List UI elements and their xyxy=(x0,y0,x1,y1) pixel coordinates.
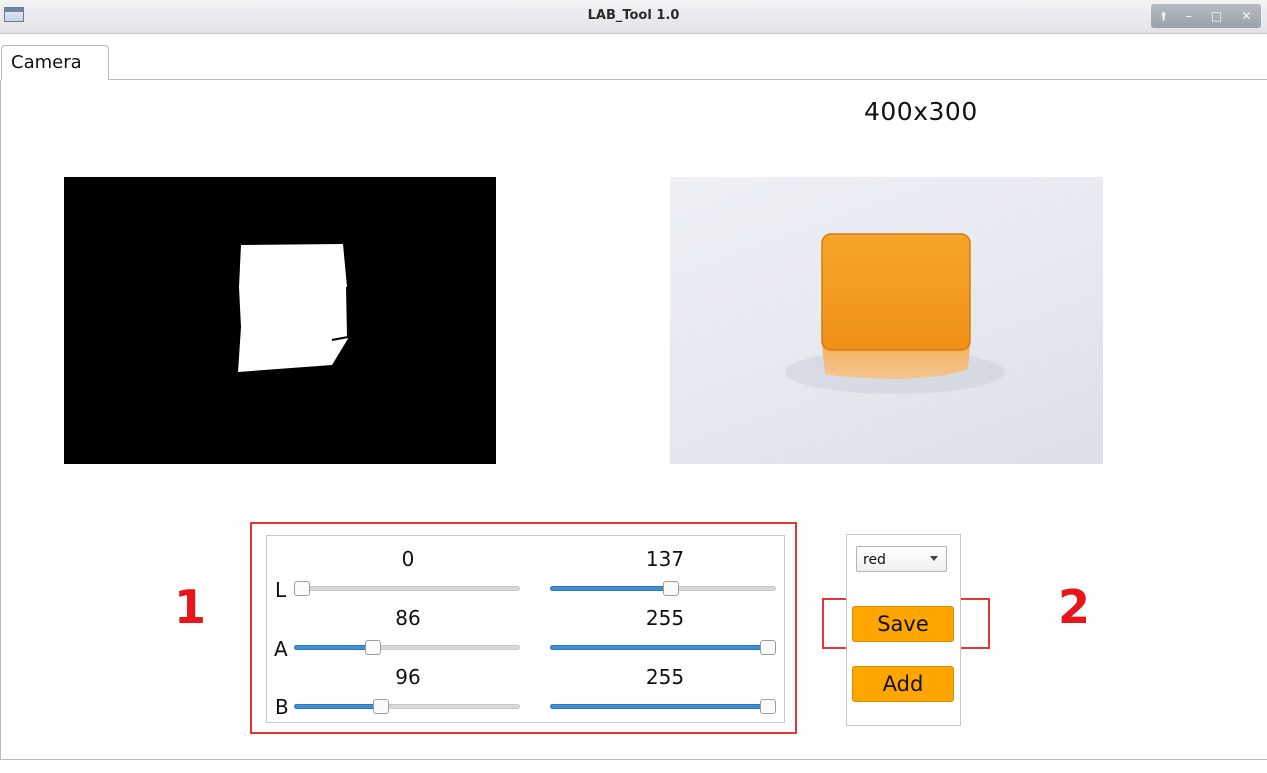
tab-camera[interactable]: Camera xyxy=(1,45,109,80)
l-min-slider[interactable] xyxy=(294,581,520,597)
slider-handle[interactable] xyxy=(364,640,381,655)
resolution-label: 400x300 xyxy=(864,97,978,126)
maximize-icon[interactable]: □ xyxy=(1211,10,1222,22)
slider-handle[interactable] xyxy=(662,581,679,596)
annotation-number-1: 1 xyxy=(174,580,207,634)
slider-handle[interactable] xyxy=(760,640,776,655)
orange-block-image xyxy=(785,233,1005,394)
a-max-slider[interactable] xyxy=(550,640,776,656)
b-max-slider[interactable] xyxy=(550,699,776,715)
a-label: A xyxy=(274,637,288,661)
slider-handle[interactable] xyxy=(760,699,776,714)
close-icon[interactable]: ✕ xyxy=(1241,10,1251,22)
l-min-value: 0 xyxy=(401,547,415,571)
camera-preview xyxy=(670,177,1103,464)
chevron-down-icon xyxy=(930,556,938,561)
minimize-icon[interactable]: – xyxy=(1186,10,1192,22)
b-max-value: 255 xyxy=(645,665,685,689)
slider-handle[interactable] xyxy=(372,699,389,714)
mask-shape xyxy=(238,244,350,372)
bottom-divider xyxy=(0,759,1267,760)
add-button[interactable]: Add xyxy=(852,666,954,702)
slider-handle[interactable] xyxy=(294,581,310,596)
panel-border xyxy=(0,80,1,760)
mask-preview xyxy=(64,177,496,464)
l-max-value: 137 xyxy=(645,547,685,571)
color-select[interactable]: red xyxy=(856,546,947,572)
b-min-value: 96 xyxy=(395,665,421,689)
title-bar: LAB_Tool 1.0 🠙 – □ ✕ xyxy=(0,0,1267,34)
b-min-slider[interactable] xyxy=(294,699,520,715)
b-label: B xyxy=(275,695,289,719)
tab-bar-divider xyxy=(109,79,1267,80)
up-arrow-icon[interactable]: 🠙 xyxy=(1161,10,1167,22)
l-max-slider[interactable] xyxy=(550,581,776,597)
a-min-slider[interactable] xyxy=(294,640,520,656)
save-button[interactable]: Save xyxy=(852,606,954,642)
window-controls: 🠙 – □ ✕ xyxy=(1151,4,1261,28)
l-label: L xyxy=(275,578,287,602)
window-title: LAB_Tool 1.0 xyxy=(587,8,680,23)
a-max-value: 255 xyxy=(645,606,685,630)
annotation-number-2: 2 xyxy=(1058,580,1091,634)
a-min-value: 86 xyxy=(395,606,421,630)
lab-slider-panel xyxy=(266,535,785,723)
color-select-value: red xyxy=(863,552,886,568)
